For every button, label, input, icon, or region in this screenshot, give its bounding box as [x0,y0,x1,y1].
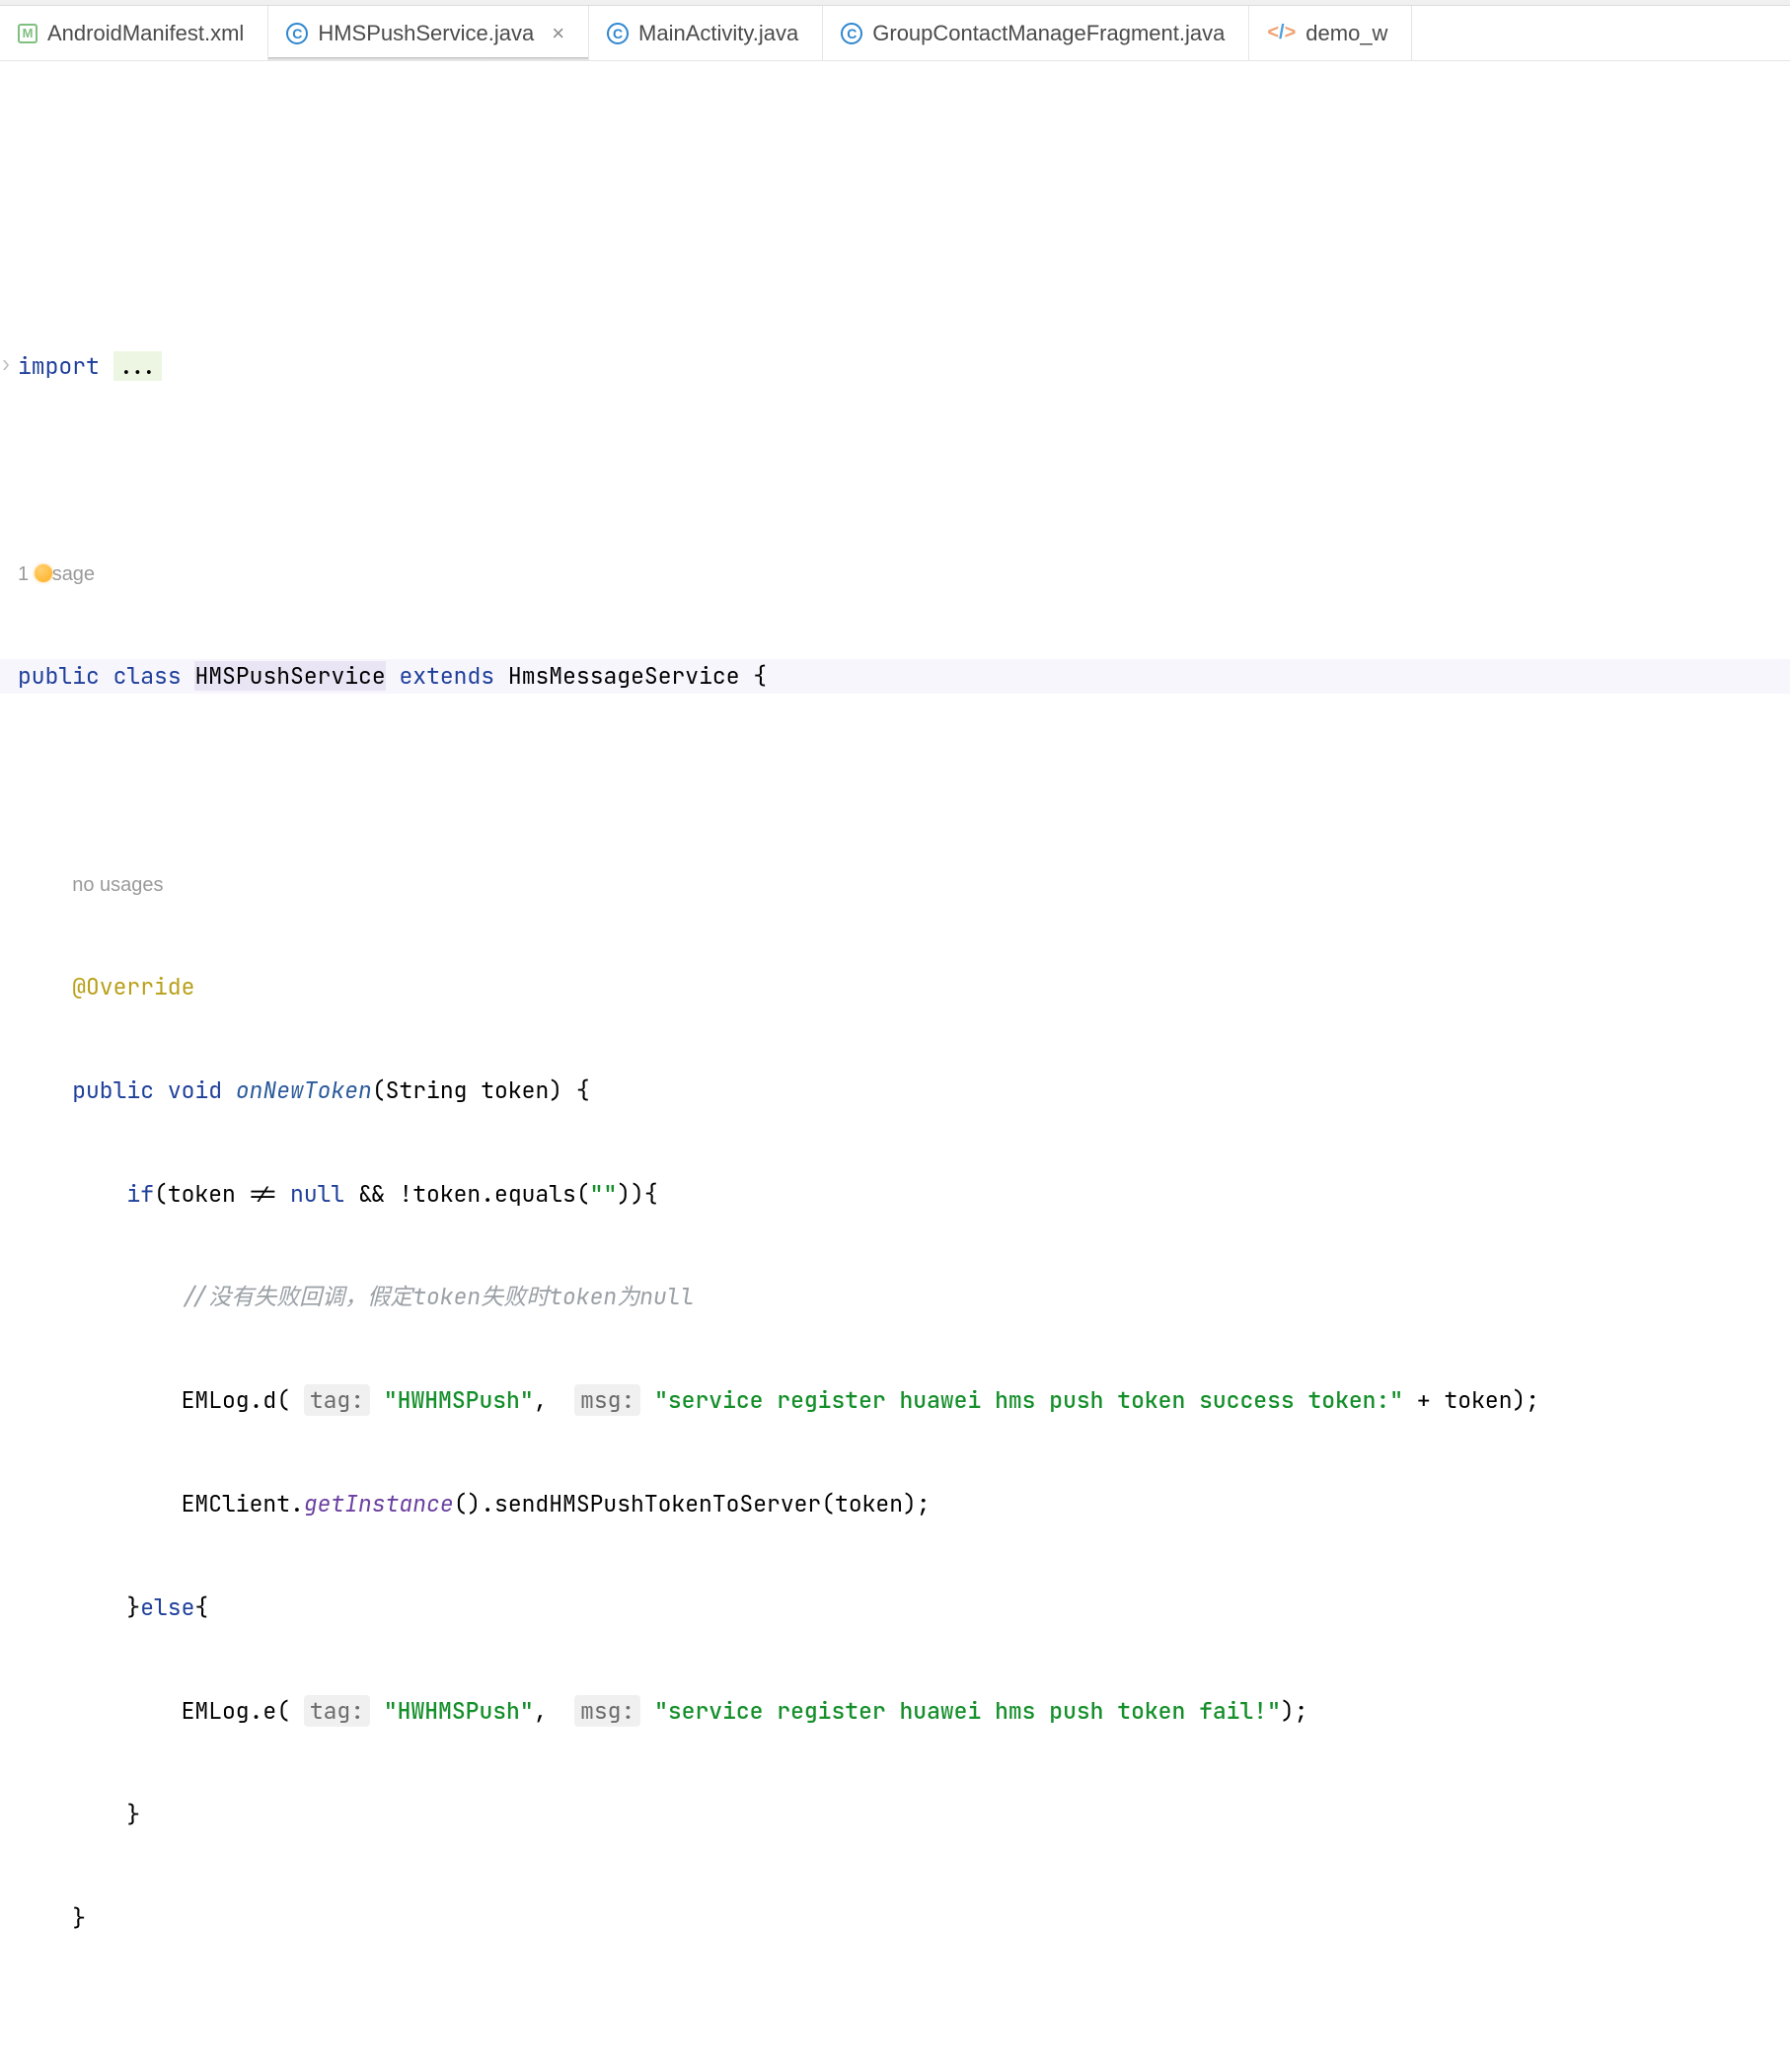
intention-bulb-icon[interactable] [35,564,52,582]
annotation-override: @Override [72,972,194,1001]
tab-demo-w[interactable]: </> demo_w [1249,6,1412,60]
java-class-icon: C [841,23,862,44]
param-hint-msg: msg: [574,1695,640,1727]
kw-import: import [18,351,100,381]
param-hint-msg: msg: [574,1384,640,1416]
comment-line: //没有失败回调，假定token失败时token为null [182,1282,695,1311]
caret-line: public class HMSPushService extends HmsM… [0,659,1790,694]
tab-groupcontact[interactable]: C GroupContactManageFragment.java [823,6,1249,60]
tab-mainactivity[interactable]: C MainActivity.java [589,6,823,60]
tab-label: MainActivity.java [638,21,798,46]
method-onnewtoken: onNewToken [236,1075,372,1105]
close-icon[interactable]: × [552,21,564,46]
tab-android-manifest[interactable]: M AndroidManifest.xml [0,6,268,60]
tab-label: GroupContactManageFragment.java [872,21,1225,46]
tab-bar: M AndroidManifest.xml C HMSPushService.j… [0,6,1790,61]
import-fold-region[interactable]: ... [113,351,162,381]
tab-label: demo_w [1305,21,1387,46]
usage-hint-class[interactable]: 1 sage [18,563,95,585]
markup-file-icon: </> [1267,22,1296,44]
fold-caret-icon[interactable]: › [0,349,12,379]
java-class-icon: C [607,23,629,44]
param-hint-tag: tag: [304,1695,370,1727]
tab-label: AndroidManifest.xml [47,21,244,46]
class-name: HMSPushService [194,661,385,691]
xml-file-icon: M [18,24,37,43]
super-class: HmsMessageService [508,661,740,691]
param-hint-tag: tag: [304,1384,370,1416]
tab-hmspushservice[interactable]: C HMSPushService.java × [268,6,589,60]
usage-hint-method[interactable]: no usages [72,874,163,896]
java-class-icon: C [286,23,308,44]
code-editor[interactable]: ›import ... 1 sage public class HMSPushS… [0,61,1790,2072]
tab-label: HMSPushService.java [318,21,534,46]
